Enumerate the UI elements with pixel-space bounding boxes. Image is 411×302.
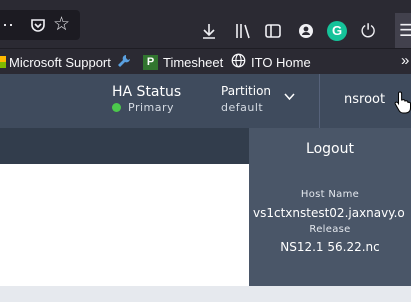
user-name: nsroot [344,92,386,107]
host-name-label: Host Name [300,189,360,200]
ha-status-value: Primary [128,101,175,114]
browser-toolbar: ⋯ ☆ G ⏻ ☰ [0,0,411,49]
bottom-strip [0,286,411,302]
globe-icon [231,53,246,71]
hand-cursor-icon [394,90,411,119]
sidebar-icon[interactable] [264,22,282,45]
release-label: Release [309,224,351,235]
bookmark-tool[interactable] [117,53,131,71]
ha-status: HA Status Primary [112,84,181,114]
library-icon[interactable] [234,22,252,45]
url-bar[interactable]: ⋯ ☆ [0,10,80,40]
bookmark-label: Timesheet [163,54,224,70]
user-menu-button[interactable]: nsroot [320,74,411,128]
grammarly-icon[interactable]: G [327,21,347,41]
status-indicator-icon [112,103,121,112]
project-icon: P [143,54,158,70]
wrench-icon [117,54,131,71]
app-header: HA Status Primary Partition default nsro… [0,74,411,128]
bookmarks-overflow-icon[interactable]: » [401,52,409,69]
partition-selector[interactable]: Partition default [221,84,301,120]
app-menu-button[interactable]: ☰ [395,13,411,49]
bookmark-ito-home[interactable]: ITO Home [231,53,311,71]
logout-button[interactable]: Logout [249,141,411,157]
user-menu-dropdown: Logout Host Name vs1ctxnstest02.jaxnavy.… [249,128,411,286]
hamburger-menu-icon: ☰ [399,21,411,40]
bookmark-microsoft-support[interactable]: Microsoft Support [0,53,111,71]
chevron-down-icon [284,88,295,106]
download-icon[interactable] [200,22,218,45]
bookmarks-bar: Microsoft Support P Timesheet ITO Home » [0,48,411,75]
pocket-icon[interactable] [30,17,46,38]
host-name-value: vs1ctxnstest02.jaxnavy.o [253,206,405,220]
ha-status-title: HA Status [112,84,182,100]
bookmark-star-icon[interactable]: ☆ [53,14,70,36]
bookmark-label: ITO Home [251,54,311,70]
bookmark-label: Microsoft Support [9,54,111,70]
power-icon[interactable]: ⏻ [361,20,375,42]
account-icon[interactable] [297,22,315,45]
grammarly-label: G [331,23,343,38]
bookmark-timesheet[interactable]: P Timesheet [143,53,223,71]
ms-logo-icon [0,56,6,68]
page-actions-icon[interactable]: ⋯ [0,14,14,36]
release-value: NS12.1 56.22.nc [280,240,380,254]
